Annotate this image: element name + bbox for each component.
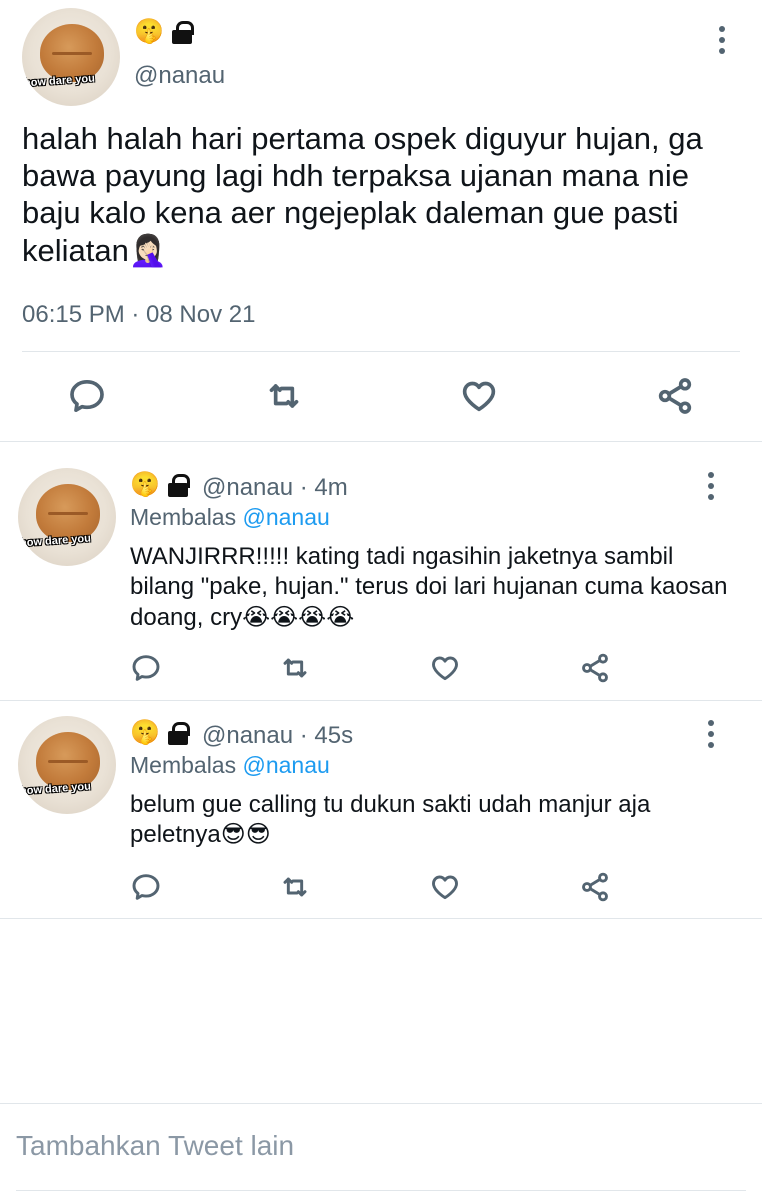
avatar[interactable]: how dare you (18, 468, 116, 566)
divider (0, 918, 762, 919)
replying-to: Membalas @nanau (130, 752, 330, 779)
divider (0, 1103, 762, 1104)
retweet-icon[interactable] (264, 376, 304, 416)
reply-icon[interactable] (130, 652, 162, 684)
tweet-text: belum gue calling tu dukun sakti udah ma… (130, 791, 651, 849)
avatar-caption: how dare you (23, 72, 96, 90)
reply-icon[interactable] (67, 376, 107, 416)
user-badges: 🤫 (134, 18, 194, 45)
share-icon[interactable] (579, 652, 611, 684)
mention-link[interactable]: @nanau (243, 752, 330, 778)
replying-label: Membalas (130, 752, 237, 778)
retweet-icon[interactable] (279, 652, 311, 684)
divider (0, 441, 762, 442)
lock-icon (167, 721, 190, 745)
handle-and-time[interactable]: @nanau · 4m (202, 474, 348, 502)
handle-and-time[interactable]: @nanau · 45s (202, 722, 353, 750)
like-icon[interactable] (459, 376, 499, 416)
tweet-text: WANJIRRR!!!!! kating tadi ngasihin jaket… (130, 543, 728, 631)
add-tweet-input[interactable]: Tambahkan Tweet lain (16, 1130, 294, 1162)
like-icon[interactable] (429, 652, 461, 684)
share-icon[interactable] (655, 376, 695, 416)
tweet-timestamp[interactable]: 06:15 PM · 08 Nov 21 (22, 301, 255, 329)
replying-to: Membalas @nanau (130, 504, 330, 531)
avatar-caption: how dare you (19, 780, 92, 798)
avatar[interactable]: how dare you (18, 716, 116, 814)
retweet-icon[interactable] (279, 871, 311, 903)
more-options-icon[interactable] (717, 26, 727, 54)
lock-icon (171, 20, 194, 44)
avatar-caption: how dare you (19, 532, 92, 550)
mention-link[interactable]: @nanau (243, 504, 330, 530)
tweet-text: halah halah hari pertama ospek diguyur h… (22, 121, 703, 268)
user-badges: 🤫 (130, 471, 190, 498)
reply-icon[interactable] (130, 871, 162, 903)
more-options-icon[interactable] (706, 720, 716, 748)
more-options-icon[interactable] (706, 472, 716, 500)
input-underline (16, 1190, 746, 1191)
shushing-emoji-icon: 🤫 (130, 471, 160, 498)
shushing-emoji-icon: 🤫 (130, 719, 160, 746)
user-handle[interactable]: @nanau (134, 62, 225, 90)
lock-icon (167, 473, 190, 497)
divider (22, 351, 740, 352)
divider (0, 700, 762, 701)
shushing-emoji-icon: 🤫 (134, 18, 164, 45)
share-icon[interactable] (579, 871, 611, 903)
like-icon[interactable] (429, 871, 461, 903)
user-badges: 🤫 (130, 719, 190, 746)
replying-label: Membalas (130, 504, 237, 530)
avatar[interactable]: how dare you (22, 8, 120, 106)
